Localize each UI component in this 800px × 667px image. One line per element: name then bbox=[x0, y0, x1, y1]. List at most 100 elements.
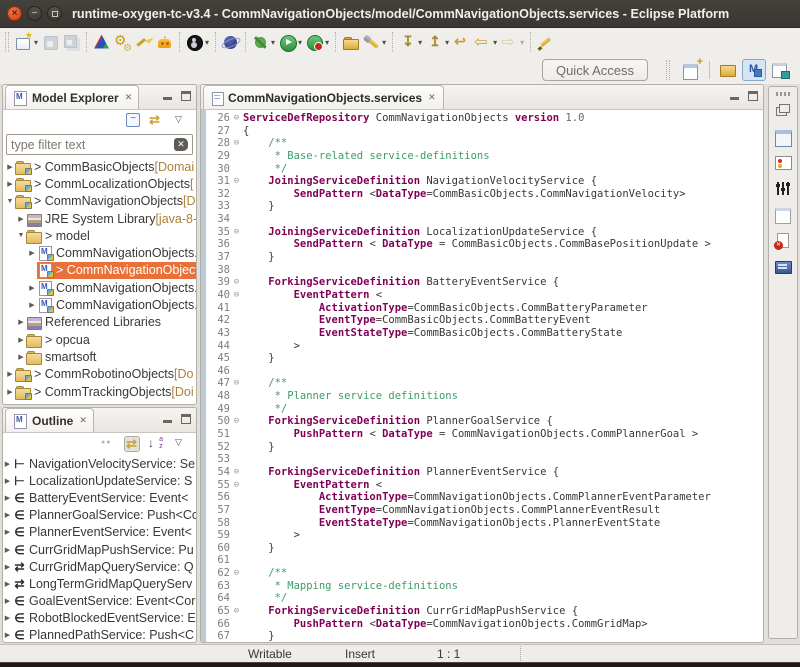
code-editor[interactable]: 26⊖ServiceDefRepository CommNavigationOb… bbox=[201, 110, 763, 642]
expander-icon[interactable]: ▶ bbox=[27, 301, 37, 309]
outline-item[interactable]: ▶∈GoalEventService: Event<Cor bbox=[3, 593, 196, 610]
link-with-editor-icon[interactable] bbox=[124, 436, 140, 452]
outline-item[interactable]: ▶⊢LocalizationUpdateService: S bbox=[3, 472, 196, 489]
window-view-icon[interactable] bbox=[773, 206, 793, 224]
new-wizard-button[interactable]: ▾ bbox=[13, 30, 40, 54]
clean-button[interactable] bbox=[133, 30, 154, 54]
tree-item[interactable]: ▶> CommLocalizationObjects [ bbox=[3, 175, 196, 192]
link-with-editor-icon[interactable] bbox=[148, 113, 164, 129]
quick-access-button[interactable]: Quick Access bbox=[542, 59, 648, 81]
sort-alphabetically-icon[interactable] bbox=[148, 436, 164, 452]
last-edit-button[interactable] bbox=[451, 30, 472, 54]
expander-icon[interactable]: ▶ bbox=[16, 215, 26, 223]
user-button[interactable]: ▾ bbox=[184, 30, 211, 54]
errorlog-view-icon[interactable] bbox=[773, 232, 793, 250]
tree-item[interactable]: ▼> model bbox=[3, 227, 196, 244]
highlighter-button[interactable] bbox=[535, 30, 556, 54]
outline-item[interactable]: ▶∈CurrGridMapPushService: Pu bbox=[3, 541, 196, 558]
chevron-down-icon[interactable]: ▾ bbox=[445, 38, 449, 47]
fold-marker-icon[interactable]: ⊖ bbox=[230, 289, 243, 302]
minimize-view-icon[interactable] bbox=[730, 97, 739, 100]
expander-icon[interactable]: ▶ bbox=[16, 318, 26, 326]
expander-icon[interactable]: ▶ bbox=[3, 614, 12, 622]
fold-marker-icon[interactable]: ⊖ bbox=[230, 479, 243, 492]
chevron-down-icon[interactable]: ▾ bbox=[205, 38, 209, 47]
maximize-window-button[interactable] bbox=[47, 6, 62, 21]
tree-item[interactable]: ▶JRE System Library [java-8-o bbox=[3, 210, 196, 227]
filters-view-icon[interactable] bbox=[773, 180, 793, 198]
outline-item[interactable]: ▶∈BatteryEventService: Event< bbox=[3, 489, 196, 506]
tree-item[interactable]: ▶> opcua bbox=[3, 331, 196, 348]
strip-drag-handle[interactable] bbox=[776, 92, 790, 96]
back-button[interactable]: ▾ bbox=[472, 30, 499, 54]
fold-marker-icon[interactable]: ⊖ bbox=[230, 137, 243, 150]
fold-marker-icon[interactable]: ⊖ bbox=[230, 112, 243, 125]
chevron-down-icon[interactable]: ▾ bbox=[298, 38, 302, 47]
prev-annotation-button[interactable]: ▾ bbox=[424, 30, 451, 54]
expander-icon[interactable]: ▶ bbox=[3, 597, 12, 605]
other-perspective-icon[interactable] bbox=[768, 59, 792, 81]
expander-icon[interactable]: ▶ bbox=[5, 370, 15, 378]
run-button[interactable]: ▾ bbox=[277, 30, 304, 54]
close-icon[interactable]: ✕ bbox=[79, 415, 87, 426]
chevron-down-icon[interactable]: ▾ bbox=[520, 38, 524, 47]
maximize-view-icon[interactable] bbox=[748, 91, 758, 101]
expander-icon[interactable]: ▶ bbox=[5, 180, 15, 188]
tree-item[interactable]: ▶CommNavigationObjects. bbox=[3, 244, 196, 261]
close-icon[interactable]: ✕ bbox=[125, 92, 133, 103]
tree-item[interactable]: > CommNavigationObjects bbox=[3, 262, 196, 279]
run-external-button[interactable]: ▾ bbox=[304, 30, 331, 54]
outline-item[interactable]: ▶⇄CurrGridMapQueryService: Q bbox=[3, 558, 196, 575]
modeling-perspective-icon[interactable] bbox=[742, 59, 766, 81]
expander-icon[interactable]: ▶ bbox=[3, 546, 12, 554]
view-menu-icon[interactable] bbox=[172, 113, 188, 129]
build-project-button[interactable] bbox=[91, 30, 112, 54]
chevron-down-icon[interactable]: ▾ bbox=[382, 38, 386, 47]
fold-marker-icon[interactable]: ⊖ bbox=[230, 276, 243, 289]
close-icon[interactable]: ✕ bbox=[428, 92, 436, 103]
outline-item[interactable]: ▶∈PlannerEventService: Event< bbox=[3, 524, 196, 541]
expander-icon[interactable]: ▶ bbox=[3, 460, 12, 468]
expander-icon[interactable]: ▶ bbox=[16, 336, 26, 344]
chevron-down-icon[interactable]: ▾ bbox=[325, 38, 329, 47]
maximize-view-icon[interactable] bbox=[181, 414, 191, 424]
tree-item[interactable]: ▶> CommBasicObjects [Domai bbox=[3, 158, 196, 175]
expander-icon[interactable]: ▶ bbox=[27, 249, 37, 257]
restore-view-icon[interactable] bbox=[773, 102, 793, 120]
expander-icon[interactable]: ▼ bbox=[5, 198, 15, 205]
tab-editor-services-file[interactable]: CommNavigationObjects.services ✕ bbox=[203, 85, 444, 109]
outline-item[interactable]: ▶∈RobotBlockedEventService: E bbox=[3, 610, 196, 627]
clear-filter-icon[interactable]: ✕ bbox=[174, 138, 188, 151]
tree-item[interactable]: ▼> CommNavigationObjects [D bbox=[3, 193, 196, 210]
fold-marker-icon[interactable]: ⊖ bbox=[230, 175, 243, 188]
fold-marker-icon[interactable]: ⊖ bbox=[230, 226, 243, 239]
expander-icon[interactable]: ▶ bbox=[5, 163, 15, 171]
tree-item[interactable]: ▶> CommTrackingObjects [Doi bbox=[3, 383, 196, 400]
chevron-down-icon[interactable]: ▾ bbox=[271, 38, 275, 47]
expander-icon[interactable]: ▶ bbox=[3, 528, 12, 536]
fold-marker-icon[interactable]: ⊖ bbox=[230, 466, 243, 479]
fold-marker-icon[interactable]: ⊖ bbox=[230, 415, 243, 428]
tab-outline[interactable]: Outline ✕ bbox=[5, 408, 94, 432]
expander-icon[interactable]: ▶ bbox=[3, 511, 12, 519]
search-button[interactable]: ▾ bbox=[361, 30, 388, 54]
fold-marker-icon[interactable]: ⊖ bbox=[230, 605, 243, 618]
close-window-button[interactable]: × bbox=[7, 6, 22, 21]
outline-item[interactable]: ▶∈PlannerGoalService: Push<Co bbox=[3, 507, 196, 524]
chevron-down-icon[interactable]: ▾ bbox=[34, 38, 38, 47]
tab-model-explorer[interactable]: Model Explorer ✕ bbox=[5, 85, 139, 109]
planet-button[interactable] bbox=[220, 30, 241, 54]
console-view-icon[interactable] bbox=[773, 258, 793, 276]
fold-marker-icon[interactable]: ⊖ bbox=[230, 377, 243, 390]
next-annotation-button[interactable]: ▾ bbox=[397, 30, 424, 54]
minimize-window-button[interactable]: − bbox=[27, 6, 42, 21]
expander-icon[interactable]: ▶ bbox=[27, 284, 37, 292]
tree-item[interactable]: ▶Referenced Libraries bbox=[3, 314, 196, 331]
expander-icon[interactable]: ▶ bbox=[3, 631, 12, 639]
expander-icon[interactable]: ▶ bbox=[5, 388, 15, 396]
resource-perspective-icon[interactable] bbox=[716, 59, 740, 81]
chevron-down-icon[interactable]: ▾ bbox=[418, 38, 422, 47]
minimize-view-icon[interactable] bbox=[163, 97, 172, 100]
tree-item[interactable]: ▶CommNavigationObjects.s bbox=[3, 279, 196, 296]
open-perspective-icon[interactable] bbox=[679, 59, 703, 81]
